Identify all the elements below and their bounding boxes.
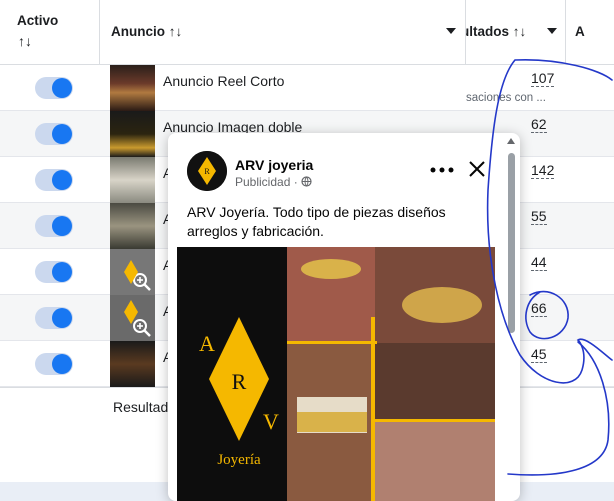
toggle-knob <box>52 216 72 236</box>
diamond-logo-icon <box>124 260 138 284</box>
sort-icon[interactable]: ↑↓ <box>513 24 527 39</box>
more-options-icon[interactable] <box>430 167 454 173</box>
chevron-down-icon[interactable] <box>446 28 456 34</box>
column-header-activo-label: Activo <box>17 13 59 28</box>
sort-icon[interactable]: ↑↓ <box>18 33 32 49</box>
active-toggle[interactable] <box>35 169 73 191</box>
toggle-knob <box>52 124 72 144</box>
footer-results-label: Resultado <box>113 399 177 415</box>
scrollbar-thumb[interactable] <box>508 153 515 333</box>
active-toggle[interactable] <box>35 307 73 329</box>
column-header-extra-label: A <box>575 24 585 39</box>
chevron-down-icon[interactable] <box>547 28 557 34</box>
ad-thumbnail[interactable] <box>110 111 155 157</box>
active-toggle[interactable] <box>35 353 73 375</box>
ad-media-image[interactable]: A R V Joyería <box>177 247 495 501</box>
ad-thumbnail[interactable] <box>110 157 155 203</box>
result-subtext: saciones con ... <box>466 92 546 104</box>
scroll-up-arrow[interactable] <box>507 138 515 144</box>
logo-letter-a: A <box>199 331 215 356</box>
ad-preview-popup[interactable]: R ARV joyeria Publicidad · ARV Joyería. … <box>168 133 520 501</box>
toggle-knob <box>52 170 72 190</box>
result-value[interactable]: 45 <box>531 347 547 363</box>
column-header-resultados[interactable]: ultados ↑↓ <box>466 0 566 65</box>
result-value[interactable]: 107 <box>531 71 555 87</box>
globe-icon <box>301 176 312 187</box>
toggle-knob <box>52 78 72 98</box>
column-header-anuncio[interactable]: Anuncio ↑↓ <box>100 0 466 65</box>
toggle-knob <box>52 308 72 328</box>
result-value[interactable]: 55 <box>531 209 547 225</box>
logo-letter-v: V <box>263 409 279 434</box>
result-value[interactable]: 44 <box>531 255 547 271</box>
toggle-knob <box>52 262 72 282</box>
ad-creative-collage: A R V Joyería <box>177 247 495 501</box>
ad-body-text: ARV Joyería. Todo tipo de piezas diseños… <box>187 204 446 239</box>
active-toggle[interactable] <box>35 77 73 99</box>
result-value[interactable]: 142 <box>531 163 555 179</box>
table-row[interactable]: Anuncio Reel Corto 107 saciones con ... <box>0 65 614 111</box>
avatar-letter: R <box>204 167 210 176</box>
diamond-logo-icon: R <box>187 151 227 191</box>
ad-thumbnail[interactable] <box>110 203 155 249</box>
column-header-activo[interactable]: Activo ↑↓ <box>0 0 100 65</box>
ad-thumbnail[interactable] <box>110 65 155 111</box>
column-header-anuncio-label: Anuncio ↑↓ <box>111 24 183 39</box>
column-header-extra[interactable]: A <box>566 0 614 65</box>
logo-word: Joyería <box>217 452 261 468</box>
active-toggle[interactable] <box>35 261 73 283</box>
avatar[interactable]: R <box>187 151 227 191</box>
result-value[interactable]: 66 <box>531 301 547 317</box>
active-toggle[interactable] <box>35 123 73 145</box>
result-value[interactable]: 62 <box>531 117 547 133</box>
logo-letter-r: R <box>232 369 247 394</box>
diamond-logo-icon <box>124 300 138 324</box>
sponsored-label: Publicidad · <box>235 175 312 189</box>
ad-thumbnail[interactable] <box>110 341 155 387</box>
sort-icon[interactable]: ↑↓ <box>169 24 183 39</box>
close-icon[interactable] <box>468 160 486 178</box>
toggle-knob <box>52 354 72 374</box>
page-name[interactable]: ARV joyeria <box>235 157 313 173</box>
column-header-resultados-label: ultados ↑↓ <box>466 24 527 39</box>
active-toggle[interactable] <box>35 215 73 237</box>
ad-name[interactable]: Anuncio Reel Corto <box>163 73 284 89</box>
